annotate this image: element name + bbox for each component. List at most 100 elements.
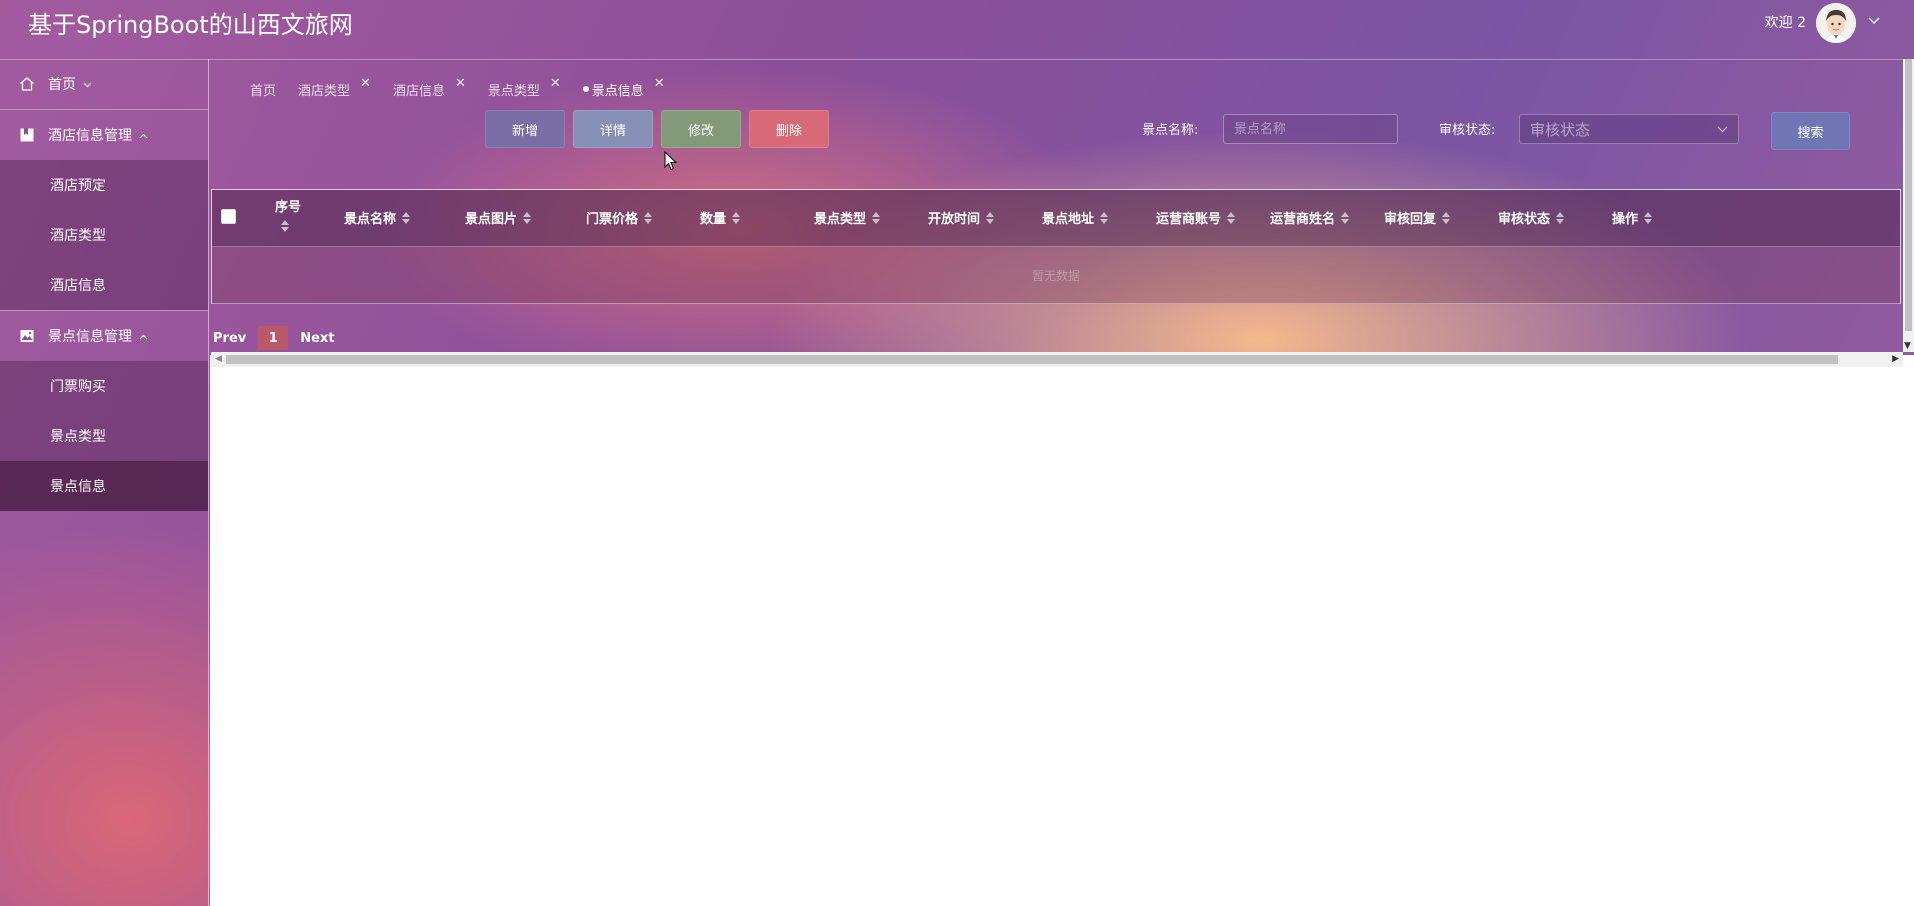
sort-icon: [644, 211, 653, 224]
top-bar: 基于SpringBoot的山西文旅网 欢迎 2: [0, 0, 1914, 60]
user-menu-chevron-down-icon[interactable]: [1868, 14, 1880, 28]
vertical-scrollbar[interactable]: ▼: [1903, 59, 1914, 352]
horizontal-scrollbar[interactable]: ◀ ▶: [211, 352, 1903, 367]
column-header-quantity[interactable]: 数量: [700, 208, 741, 227]
tab-scenic-type[interactable]: 景点类型 ✕: [487, 76, 561, 99]
close-icon[interactable]: ✕: [360, 76, 371, 91]
sidebar-item-hotel-type[interactable]: 酒店类型: [0, 210, 208, 260]
column-label: 景点地址: [1042, 212, 1095, 227]
search-button[interactable]: 搜索: [1771, 112, 1850, 150]
home-icon: [18, 75, 36, 93]
app-title: 基于SpringBoot的山西文旅网: [28, 11, 353, 39]
scenic-table: 序号 景点名称 景点图片 门票价格 数量 景点类型 开放时间 景点地址 运营商账…: [211, 189, 1901, 304]
sidebar-item-scenic-type[interactable]: 景点类型: [0, 411, 208, 461]
active-dot-icon: [582, 86, 589, 92]
sort-icon: [986, 211, 995, 224]
sidebar-group-scenic[interactable]: 景点信息管理: [0, 311, 208, 361]
scenic-name-input[interactable]: [1223, 114, 1398, 144]
sort-icon: [1556, 211, 1565, 224]
column-header-scenic-type[interactable]: 景点类型: [814, 208, 881, 227]
prev-page-button[interactable]: Prev: [213, 331, 246, 346]
add-button[interactable]: 新增: [485, 110, 565, 148]
column-label: 序号: [275, 200, 302, 215]
avatar-image: [1816, 3, 1856, 43]
select-placeholder: 审核状态: [1530, 120, 1591, 139]
column-header-review-reply[interactable]: 审核回复: [1384, 208, 1451, 227]
select-all-checkbox[interactable]: [221, 209, 236, 224]
tab-label: 酒店类型: [298, 83, 351, 99]
bookmark-icon: [18, 126, 36, 144]
tab-label: 酒店信息: [392, 83, 445, 99]
column-header-review-status[interactable]: 审核状态: [1498, 208, 1565, 227]
sidebar-group-label: 景点信息管理: [48, 329, 132, 345]
sidebar-item-label: 首页: [48, 77, 76, 93]
sort-icon: [402, 211, 411, 224]
sidebar-item-scenic-info[interactable]: 景点信息: [0, 461, 208, 511]
tab-hotel-type[interactable]: 酒店类型 ✕: [298, 76, 371, 99]
column-label: 审核状态: [1498, 212, 1551, 227]
column-label: 景点名称: [344, 212, 397, 227]
sort-icon: [872, 211, 881, 224]
content-blank-area: [210, 355, 1914, 906]
hotel-submenu: 酒店预定 酒店类型 酒店信息: [0, 160, 208, 310]
column-header-operator-name[interactable]: 运营商姓名: [1270, 208, 1350, 227]
sort-icon: [1227, 211, 1236, 224]
column-header-ticket-price[interactable]: 门票价格: [586, 208, 653, 227]
sidebar-item-hotel-booking[interactable]: 酒店预定: [0, 160, 208, 210]
sidebar-item-ticket-purchase[interactable]: 门票购买: [0, 361, 208, 411]
scrollbar-thumb[interactable]: [1905, 59, 1912, 331]
scenic-submenu: 门票购买 景点类型 景点信息: [0, 361, 208, 511]
scroll-down-arrow-icon[interactable]: ▼: [1904, 341, 1911, 351]
sort-icon: [732, 211, 741, 224]
sidebar-group-hotel[interactable]: 酒店信息管理: [0, 110, 208, 160]
review-status-select[interactable]: 审核状态: [1519, 114, 1739, 144]
delete-button[interactable]: 删除: [749, 110, 829, 148]
scroll-left-arrow-icon[interactable]: ◀: [215, 354, 222, 364]
column-header-scenic-image[interactable]: 景点图片: [465, 208, 532, 227]
close-icon[interactable]: ✕: [550, 76, 561, 91]
tab-label: 首页: [250, 83, 277, 99]
next-page-button[interactable]: Next: [300, 331, 334, 346]
column-header-address[interactable]: 景点地址: [1042, 208, 1109, 227]
tab-hotel-info[interactable]: 酒店信息 ✕: [392, 76, 466, 99]
column-header-actions[interactable]: 操作: [1612, 208, 1653, 227]
review-status-label: 审核状态:: [1439, 123, 1496, 138]
tab-label: 景点类型: [487, 83, 540, 99]
tab-home[interactable]: 首页: [250, 80, 276, 99]
sort-icon: [523, 211, 532, 224]
chevron-up-icon: [139, 330, 148, 343]
chevron-down-icon: [83, 78, 92, 91]
sort-icon: [281, 220, 289, 232]
sort-icon: [1442, 211, 1451, 224]
empty-text: 暂无数据: [1031, 269, 1080, 283]
chevron-down-icon: [1717, 123, 1728, 136]
column-label: 景点类型: [814, 212, 867, 227]
edit-button[interactable]: 修改: [661, 110, 741, 148]
tab-bar: 首页 酒店类型 ✕ 酒店信息 ✕ 景点类型 ✕ 景点信息 ✕: [250, 76, 687, 100]
close-icon[interactable]: ✕: [654, 76, 665, 91]
column-label: 操作: [1612, 212, 1639, 227]
column-label: 景点图片: [465, 212, 518, 227]
chevron-up-icon: [139, 129, 148, 142]
column-label: 审核回复: [1384, 212, 1437, 227]
column-header-scenic-name[interactable]: 景点名称: [344, 208, 411, 227]
column-label: 开放时间: [928, 212, 981, 227]
sidebar-item-hotel-info[interactable]: 酒店信息: [0, 260, 208, 310]
tab-scenic-info[interactable]: 景点信息 ✕: [582, 76, 665, 99]
column-header-index[interactable]: 序号: [275, 196, 301, 232]
pagination: Prev 1 Next: [213, 326, 335, 350]
detail-button[interactable]: 详情: [573, 110, 653, 148]
user-avatar[interactable]: [1816, 3, 1856, 43]
column-header-operator-account[interactable]: 运营商账号: [1156, 208, 1236, 227]
page-number-button[interactable]: 1: [258, 326, 289, 350]
tab-label: 景点信息: [591, 83, 644, 99]
column-label: 门票价格: [586, 212, 639, 227]
scroll-right-arrow-icon[interactable]: ▶: [1892, 354, 1899, 364]
scrollbar-thumb[interactable]: [226, 355, 1838, 364]
sidebar-group-label: 酒店信息管理: [48, 128, 132, 144]
column-label: 运营商姓名: [1270, 212, 1336, 227]
column-header-open-time[interactable]: 开放时间: [928, 208, 995, 227]
close-icon[interactable]: ✕: [455, 76, 466, 91]
sidebar-item-home[interactable]: 首页: [0, 59, 208, 109]
mouse-cursor-icon: [664, 150, 678, 176]
